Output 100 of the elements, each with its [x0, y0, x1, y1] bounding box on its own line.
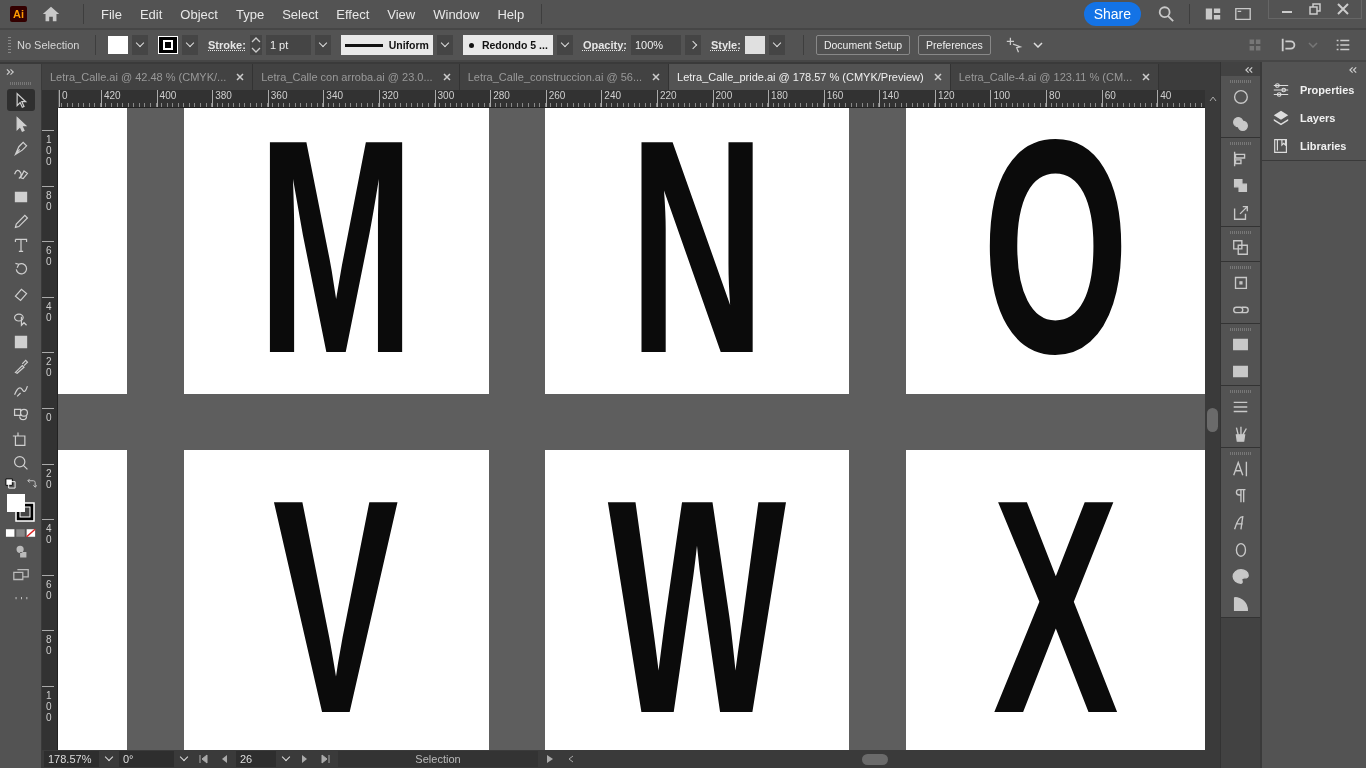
opacity-field[interactable]: 100% — [630, 35, 681, 55]
stroke-swatch[interactable] — [158, 36, 178, 54]
toolbar-button[interactable]: Preferences — [918, 35, 991, 55]
zoom-field[interactable]: 178.57% — [44, 751, 99, 767]
document-tab[interactable]: Letra_Calle-4.ai @ 123.11 % (CM... — [950, 64, 1160, 90]
close-icon[interactable] — [1142, 73, 1151, 81]
ruler-label: 320 — [378, 90, 435, 107]
home-icon[interactable] — [41, 4, 61, 24]
grip-icon[interactable] — [8, 37, 11, 53]
artboard-field[interactable]: 26 — [236, 751, 276, 767]
menu-item[interactable]: Effect — [327, 6, 379, 22]
collapse-icon[interactable] — [1245, 66, 1254, 74]
menu-item[interactable]: View — [378, 6, 425, 22]
ruler-label: 160 — [823, 90, 880, 107]
color-modes-icon[interactable] — [4, 528, 37, 538]
scroll-thumb[interactable] — [1207, 408, 1218, 432]
letter-artwork: W — [607, 494, 787, 720]
fill-swatch[interactable] — [108, 36, 128, 54]
ruler-label: 220 — [656, 90, 713, 107]
letter-artwork: V — [273, 494, 400, 720]
close-icon[interactable] — [442, 73, 451, 81]
ruler-label: 260 — [545, 90, 602, 107]
style-swatch[interactable] — [744, 36, 765, 54]
share-button[interactable]: Share — [1083, 2, 1141, 26]
layers-icon — [1272, 109, 1290, 127]
letter-artwork: X — [992, 494, 1119, 720]
character-icon[interactable] — [1231, 459, 1250, 478]
menu-item[interactable]: File — [92, 6, 131, 22]
toolbar-button[interactable]: Document Setup — [815, 35, 911, 55]
scroll-left-icon[interactable] — [566, 754, 576, 764]
sliders-icon — [1272, 81, 1290, 99]
menu-item[interactable]: Type — [226, 6, 274, 22]
style-link[interactable]: Style: — [710, 39, 741, 51]
ruler-label: 100 — [42, 685, 54, 742]
play-icon[interactable] — [545, 754, 555, 764]
dropdown-button[interactable] — [182, 35, 198, 55]
ruler-label: 60 — [1101, 90, 1158, 107]
first-icon[interactable] — [198, 754, 208, 764]
stroke-link[interactable]: Stroke: — [208, 39, 246, 51]
opacity-link[interactable]: Opacity: — [582, 39, 627, 51]
flyout-button[interactable] — [684, 35, 701, 55]
ruler-label: 300 — [434, 90, 491, 107]
app-logo: Ai — [10, 6, 27, 22]
close-icon[interactable] — [652, 73, 661, 81]
overlap-icon[interactable] — [1231, 238, 1250, 257]
ruler-label: 100 — [990, 90, 1047, 107]
menu-item[interactable]: Window — [424, 6, 489, 22]
dropdown-button[interactable] — [436, 35, 453, 55]
ruler-label: 0 — [59, 90, 101, 107]
distribute-icon[interactable] — [1280, 36, 1298, 54]
last-icon[interactable] — [321, 754, 331, 764]
export-icon[interactable] — [1231, 203, 1250, 222]
close-icon[interactable] — [933, 73, 942, 81]
menu-item[interactable]: Object — [171, 6, 227, 22]
scroll-thumb[interactable] — [862, 754, 888, 765]
menu-item[interactable]: Select — [273, 6, 328, 22]
dropdown-button[interactable] — [556, 35, 573, 55]
letter-artwork: O — [981, 134, 1129, 360]
ruler-label: 80 — [1046, 90, 1102, 107]
palette-icon[interactable] — [1231, 567, 1250, 586]
dropdown-button[interactable] — [132, 35, 148, 55]
selection-label: No Selection — [17, 39, 81, 51]
search-icon[interactable] — [1157, 5, 1175, 23]
document-tab[interactable]: Letra_Calle_construccion.ai @ 56... — [459, 64, 670, 90]
menu-item[interactable]: Help — [488, 6, 534, 22]
stroke-weight-field[interactable]: 1 pt — [265, 35, 311, 55]
ruler-label: 340 — [323, 90, 379, 107]
document-tab[interactable]: Letra_Calle con arroba.ai @ 23.0... — [253, 64, 460, 90]
panel-tab[interactable]: Properties — [1272, 80, 1366, 100]
panel-tab[interactable]: Libraries — [1272, 136, 1366, 156]
close-icon[interactable] — [236, 73, 245, 81]
rotation-field[interactable]: 0° — [119, 751, 174, 767]
ruler-label: 120 — [934, 90, 991, 107]
scroll-up-icon[interactable] — [1207, 94, 1218, 104]
stroke-profile-dropdown[interactable]: Uniform — [340, 35, 433, 55]
default-colors-icon[interactable] — [4, 478, 16, 489]
brush-dropdown[interactable]: Redondo 5 ... — [462, 35, 553, 55]
circles-icon[interactable] — [1231, 114, 1250, 133]
select-similar-icon[interactable] — [1004, 36, 1023, 54]
collapse-icon[interactable] — [1349, 66, 1358, 74]
ruler-label: 60 — [42, 574, 54, 631]
libraries-icon — [1272, 137, 1290, 155]
letter-artwork: M — [257, 134, 415, 360]
swap-icon[interactable] — [25, 478, 37, 489]
fill-stroke-icon[interactable] — [5, 493, 36, 523]
panel-tab[interactable]: Layers — [1272, 108, 1366, 128]
document-tab[interactable]: Letra_Calle.ai @ 42.48 % (CMYK/... — [42, 64, 254, 90]
squares-icon[interactable] — [1231, 176, 1250, 195]
menu-item[interactable]: Edit — [130, 6, 172, 22]
spinner-icon[interactable] — [249, 35, 262, 55]
ruler-label: 40 — [42, 296, 54, 353]
dropdown-button[interactable] — [768, 35, 785, 55]
ruler-label: 240 — [601, 90, 657, 107]
document-tab[interactable]: Letra_Calle_pride.ai @ 178.57 % (CMYK/Preview) — [669, 64, 951, 90]
window-icon[interactable] — [1234, 5, 1252, 23]
ruler-label: 180 — [768, 90, 824, 107]
ruler-label: 420 — [101, 90, 157, 107]
ruler-label: 0 — [42, 407, 54, 464]
dropdown-button[interactable] — [314, 35, 331, 55]
expand-icon[interactable] — [6, 68, 15, 76]
